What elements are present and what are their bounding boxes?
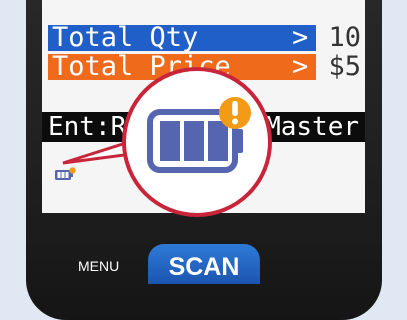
- alert-badge-icon: [219, 97, 251, 129]
- battery-callout: [62, 67, 272, 217]
